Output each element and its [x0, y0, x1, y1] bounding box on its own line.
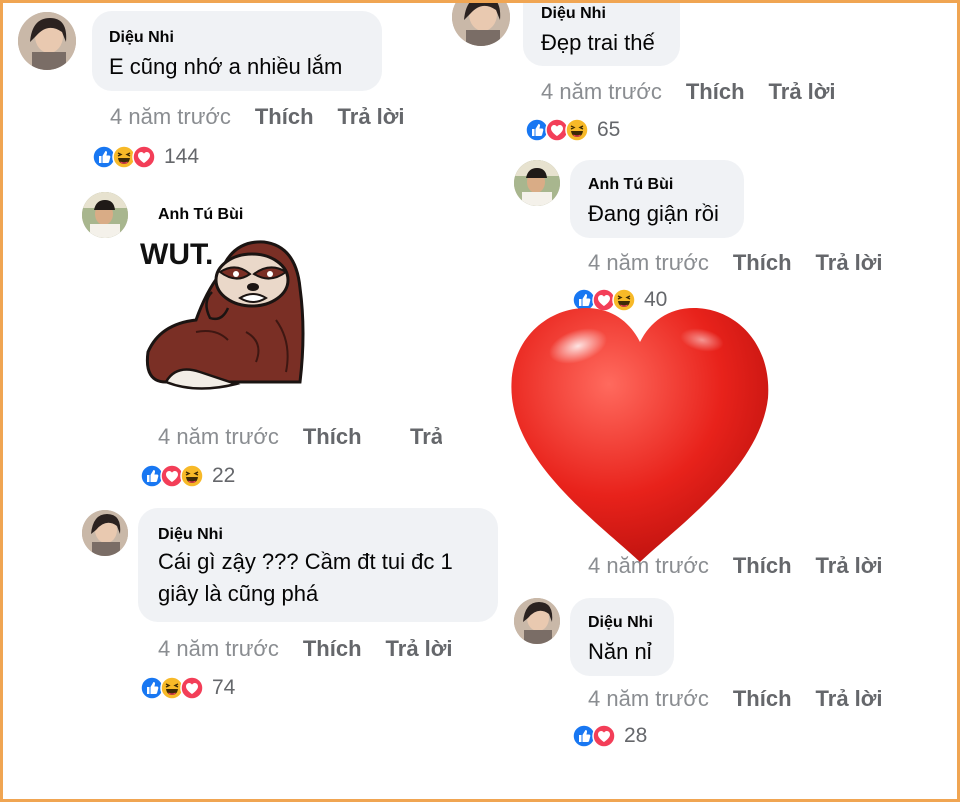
comment-bubble: Diệu Nhi Cái gì zậy ??? Cầm đt tui đc 1 …: [138, 508, 498, 622]
like-link[interactable]: Thích: [686, 79, 745, 104]
comment-time[interactable]: 4 năm trước: [158, 424, 279, 449]
love-icon: [132, 145, 156, 169]
reply-link[interactable]: Trả lời: [816, 553, 883, 578]
avatar-dieu-nhi[interactable]: [18, 12, 76, 70]
reaction-count: 65: [597, 118, 621, 141]
comment-text-line-2: giây là cũng phá: [158, 581, 319, 606]
love-icon: [180, 676, 204, 700]
reaction-summary[interactable]: 28: [572, 723, 647, 749]
commenter-name[interactable]: Diệu Nhi: [158, 526, 498, 544]
sticker-text: WUT.: [140, 238, 213, 271]
reply-link[interactable]: Trả lời: [769, 79, 836, 104]
comment-actions: 4 năm trước Thích Trả lời: [588, 686, 883, 712]
commenter-name[interactable]: Diệu Nhi: [109, 29, 382, 47]
avatar-anh-tu-bui[interactable]: [82, 192, 128, 238]
commenter-name[interactable]: Diệu Nhi: [541, 5, 680, 23]
comment-bubble: Diệu Nhi Năn nỉ: [570, 598, 674, 676]
comment-actions: 4 năm trước Thích Trả lời: [110, 104, 405, 130]
like-link[interactable]: Thích: [733, 250, 792, 275]
comment-time[interactable]: 4 năm trước: [158, 636, 279, 661]
comment-text: Đang giận rồi: [588, 201, 719, 226]
comment-bubble: Diệu Nhi Đẹp trai thế: [523, 0, 680, 66]
commenter-name[interactable]: Anh Tú Bùi: [588, 176, 744, 194]
comment-actions: 4 năm trước Thích: [158, 424, 362, 450]
comment-text: Đẹp trai thế: [541, 30, 655, 55]
like-link[interactable]: Thích: [733, 686, 792, 711]
reply-link[interactable]: Trả lời: [816, 686, 883, 711]
comment-text-line-1: Cái gì zậy ??? Cầm đt tui đc 1: [158, 549, 453, 574]
reply-link[interactable]: Trả lời: [816, 250, 883, 275]
avatar-anh-tu-bui[interactable]: [514, 160, 560, 206]
comment-text: E cũng nhớ a nhiều lắm: [109, 54, 343, 79]
comment-bubble: Anh Tú Bùi Đang giận rồi: [570, 160, 744, 238]
comment-text: Năn nỉ: [588, 639, 652, 664]
like-link[interactable]: Thích: [303, 424, 362, 449]
comment-time[interactable]: 4 năm trước: [588, 250, 709, 275]
avatar-dieu-nhi[interactable]: [514, 598, 560, 644]
reaction-summary[interactable]: 22: [140, 463, 235, 489]
reaction-summary[interactable]: 65: [525, 117, 620, 143]
avatar-dieu-nhi[interactable]: [452, 0, 510, 46]
avatar-dieu-nhi[interactable]: [82, 510, 128, 556]
haha-icon: [180, 464, 204, 488]
comment-actions: 4 năm trước Thích Trả lời: [158, 636, 453, 662]
like-link[interactable]: Thích: [303, 636, 362, 661]
red-heart-emoji: [506, 300, 774, 568]
sloth-sticker: WUT.: [136, 232, 310, 400]
like-link[interactable]: Thích: [255, 104, 314, 129]
reaction-count: 22: [212, 464, 236, 487]
comment-time[interactable]: 4 năm trước: [541, 79, 662, 104]
comment-actions: 4 năm trước Thích Trả lời: [588, 250, 883, 276]
reply-link[interactable]: Trả lời: [386, 636, 453, 661]
reply-link-clipped[interactable]: Trả: [410, 424, 442, 450]
reaction-summary[interactable]: 144: [92, 144, 199, 170]
comment-time[interactable]: 4 năm trước: [110, 104, 231, 129]
comment-actions: 4 năm trước Thích Trả lời: [541, 79, 836, 105]
commenter-name[interactable]: Diệu Nhi: [588, 614, 674, 632]
reaction-count: 74: [212, 676, 236, 699]
comment-time[interactable]: 4 năm trước: [588, 686, 709, 711]
love-icon: [592, 724, 616, 748]
reaction-count: 144: [164, 145, 200, 168]
reply-link[interactable]: Trả lời: [338, 104, 405, 129]
haha-icon: [565, 118, 589, 142]
reaction-summary[interactable]: 74: [140, 675, 235, 701]
commenter-name[interactable]: Anh Tú Bùi: [158, 206, 243, 224]
reaction-count: 28: [624, 724, 648, 747]
comment-bubble: Diệu Nhi E cũng nhớ a nhiều lắm: [92, 11, 382, 91]
